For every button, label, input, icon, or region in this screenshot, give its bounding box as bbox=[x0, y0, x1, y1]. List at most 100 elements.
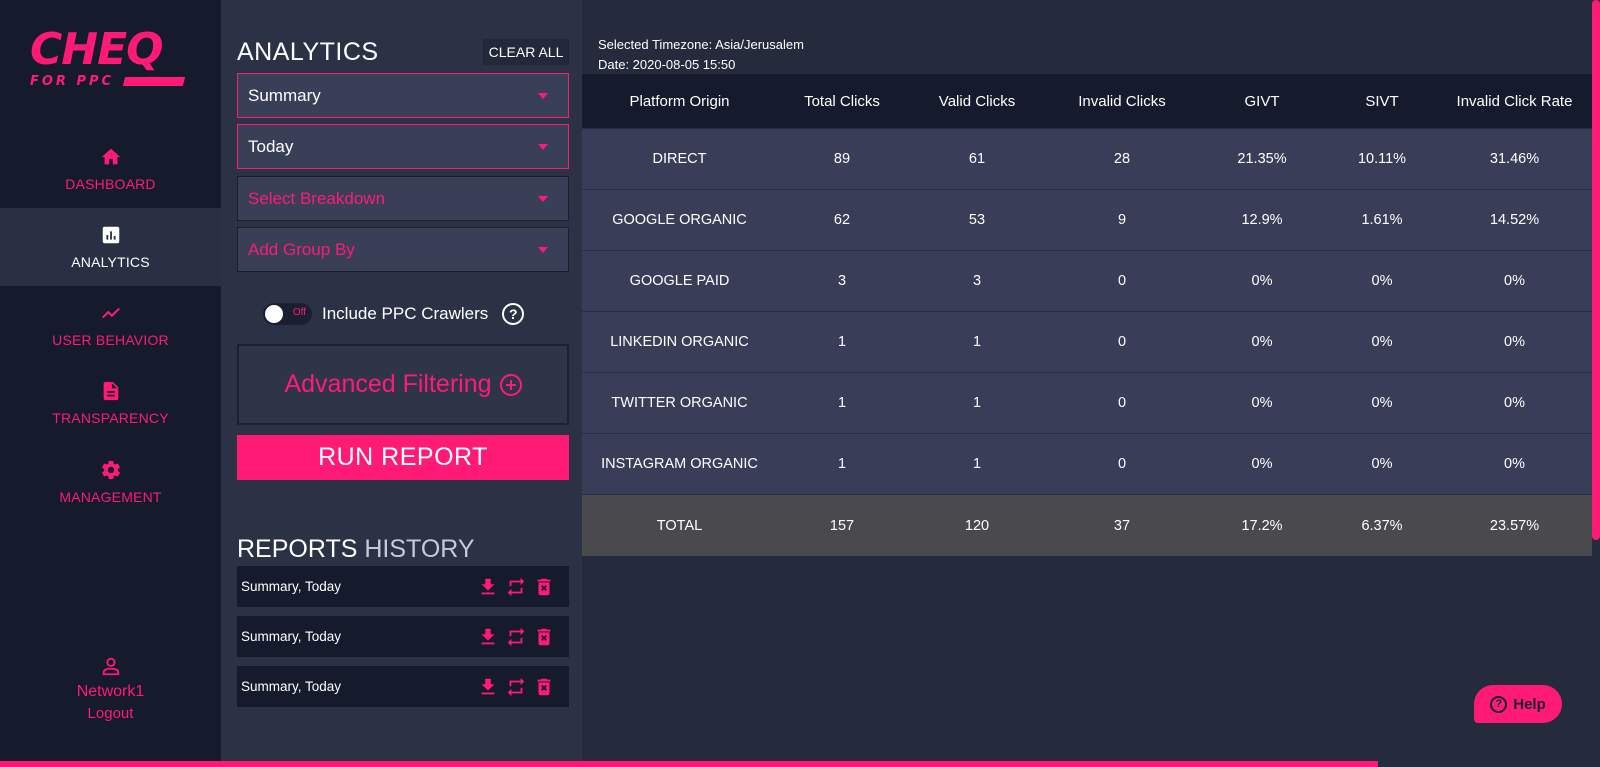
nav-label: USER BEHAVIOR bbox=[52, 332, 169, 348]
chevron-down-icon bbox=[538, 195, 548, 202]
advanced-filtering-button[interactable]: Advanced Filtering bbox=[237, 344, 569, 425]
table-cell: 1 bbox=[837, 395, 847, 411]
column-header[interactable]: Invalid Click Rate bbox=[1437, 93, 1592, 110]
logout-link[interactable]: Logout bbox=[0, 705, 221, 722]
download-icon[interactable] bbox=[477, 626, 499, 648]
home-icon bbox=[101, 148, 120, 165]
table-cell: 14.52% bbox=[1489, 212, 1540, 228]
table-cell: 0 bbox=[1117, 334, 1127, 350]
table-cell: 17.2% bbox=[1241, 517, 1283, 534]
chevron-down-icon bbox=[538, 143, 548, 150]
nav-label: DASHBOARD bbox=[65, 176, 156, 192]
report-type-select[interactable]: Summary bbox=[237, 73, 569, 118]
help-button[interactable]: ? Help bbox=[1474, 685, 1562, 723]
table-cell: 37 bbox=[1113, 517, 1131, 534]
table-cell: 12.9% bbox=[1241, 212, 1283, 228]
table-cell: 0% bbox=[1251, 273, 1273, 289]
table-cell: 10.11% bbox=[1357, 151, 1407, 167]
gear-icon bbox=[101, 460, 120, 480]
nav-user-behavior[interactable]: USER BEHAVIOR bbox=[0, 286, 221, 364]
advanced-filtering-label: Advanced Filtering bbox=[284, 370, 492, 398]
crawler-toggle-row: Off Include PPC Crawlers ? bbox=[263, 303, 525, 325]
table-cell: 9 bbox=[1117, 212, 1127, 228]
chevron-down-icon bbox=[538, 246, 548, 253]
table-cell: LINKEDIN ORGANIC bbox=[610, 334, 749, 350]
table-row: INSTAGRAM ORGANIC 1 1 0 0% 0% 0% bbox=[582, 434, 1592, 495]
date-range-select[interactable]: Today bbox=[237, 124, 569, 169]
reports-history-title: REPORTS HISTORY bbox=[237, 535, 475, 564]
table-row: DIRECT 89 61 28 21.35% 10.11% 31.46% bbox=[582, 129, 1592, 190]
logo-subtext: FOR PPC bbox=[30, 74, 115, 89]
table-cell: 62 bbox=[833, 212, 851, 228]
run-report-button[interactable]: RUN REPORT bbox=[237, 435, 569, 480]
table-cell: INSTAGRAM ORGANIC bbox=[601, 456, 758, 472]
table-cell: 0% bbox=[1371, 334, 1393, 350]
table-cell: 0% bbox=[1371, 395, 1393, 411]
scrollbar[interactable] bbox=[1592, 0, 1600, 540]
table-cell: 3 bbox=[837, 273, 847, 289]
cheq-logo[interactable]: CHEQ FOR PPC bbox=[30, 28, 190, 98]
table-cell: 0% bbox=[1504, 334, 1525, 350]
question-icon: ? bbox=[1490, 695, 1508, 713]
table-cell: 0% bbox=[1251, 334, 1273, 350]
crawler-toggle[interactable]: Off bbox=[263, 303, 312, 325]
timezone-text: Selected Timezone: Asia/Jerusalem bbox=[598, 37, 804, 52]
table-cell: 0% bbox=[1251, 395, 1273, 411]
table-cell: 6.37% bbox=[1361, 517, 1403, 534]
table-cell: 0% bbox=[1504, 456, 1525, 472]
table-total-row: TOTAL 157 120 37 17.2% 6.37% 23.57% bbox=[582, 495, 1592, 556]
table-cell: 28 bbox=[1113, 151, 1131, 167]
table-row: TWITTER ORGANIC 1 1 0 0% 0% 0% bbox=[582, 373, 1592, 434]
table-cell: 31.46% bbox=[1489, 151, 1540, 167]
table-cell: 1 bbox=[972, 334, 982, 350]
history-item-label: Summary, Today bbox=[241, 579, 342, 594]
report-meta: Selected Timezone: Asia/Jerusalem Date: … bbox=[598, 35, 804, 75]
history-item[interactable]: Summary, Today bbox=[237, 566, 569, 607]
toggle-knob bbox=[265, 305, 283, 323]
table-cell: 157 bbox=[829, 517, 855, 534]
column-header[interactable]: GIVT bbox=[1197, 93, 1327, 110]
table-cell: 1 bbox=[837, 334, 847, 350]
plus-circle-icon bbox=[499, 373, 522, 396]
breakdown-select[interactable]: Select Breakdown bbox=[237, 176, 569, 221]
toggle-label: Include PPC Crawlers bbox=[322, 304, 489, 323]
table-cell: DIRECT bbox=[652, 151, 707, 167]
delete-icon[interactable] bbox=[533, 676, 555, 698]
column-header[interactable]: SIVT bbox=[1327, 93, 1437, 110]
column-header[interactable]: Invalid Clicks bbox=[1047, 93, 1197, 110]
delete-icon[interactable] bbox=[533, 576, 555, 598]
group-by-select[interactable]: Add Group By bbox=[237, 227, 569, 272]
table-body: DIRECT 89 61 28 21.35% 10.11% 31.46% GOOGLE ORG… bbox=[582, 129, 1592, 495]
nav-dashboard[interactable]: DASHBOARD bbox=[0, 130, 221, 208]
clear-all-button[interactable]: CLEAR ALL bbox=[483, 39, 569, 65]
table-cell: 0% bbox=[1504, 273, 1525, 289]
column-header[interactable]: Valid Clicks bbox=[907, 93, 1047, 110]
column-header[interactable]: Platform Origin bbox=[582, 93, 777, 110]
repeat-icon[interactable] bbox=[505, 676, 527, 698]
logo-text: CHEQ bbox=[30, 24, 164, 75]
nav-management[interactable]: MANAGEMENT bbox=[0, 443, 221, 521]
date-range-value: Today bbox=[248, 136, 294, 156]
table-cell: 61 bbox=[968, 151, 986, 167]
download-icon[interactable] bbox=[477, 576, 499, 598]
repeat-icon[interactable] bbox=[505, 576, 527, 598]
progress-bar bbox=[0, 761, 1378, 767]
question-icon[interactable]: ? bbox=[502, 303, 525, 325]
nav-label: TRANSPARENCY bbox=[52, 410, 169, 426]
breakdown-placeholder: Select Breakdown bbox=[248, 188, 386, 208]
history-item[interactable]: Summary, Today bbox=[237, 666, 569, 707]
nav-transparency[interactable]: TRANSPARENCY bbox=[0, 364, 221, 442]
help-label: Help bbox=[1513, 695, 1546, 713]
table-cell: 89 bbox=[833, 151, 851, 167]
repeat-icon[interactable] bbox=[505, 626, 527, 648]
results-table: Platform Origin Total Clicks Valid Click… bbox=[582, 74, 1592, 556]
history-title-thin: HISTORY bbox=[364, 535, 475, 563]
table-row: LINKEDIN ORGANIC 1 1 0 0% 0% 0% bbox=[582, 312, 1592, 373]
delete-icon[interactable] bbox=[533, 626, 555, 648]
table-row: GOOGLE ORGANIC 62 53 9 12.9% 1.61% 14.52% bbox=[582, 190, 1592, 251]
table-cell: 0% bbox=[1371, 456, 1393, 472]
nav-analytics[interactable]: ANALYTICS bbox=[0, 208, 221, 286]
column-header[interactable]: Total Clicks bbox=[777, 93, 907, 110]
download-icon[interactable] bbox=[477, 676, 499, 698]
history-item[interactable]: Summary, Today bbox=[237, 616, 569, 657]
